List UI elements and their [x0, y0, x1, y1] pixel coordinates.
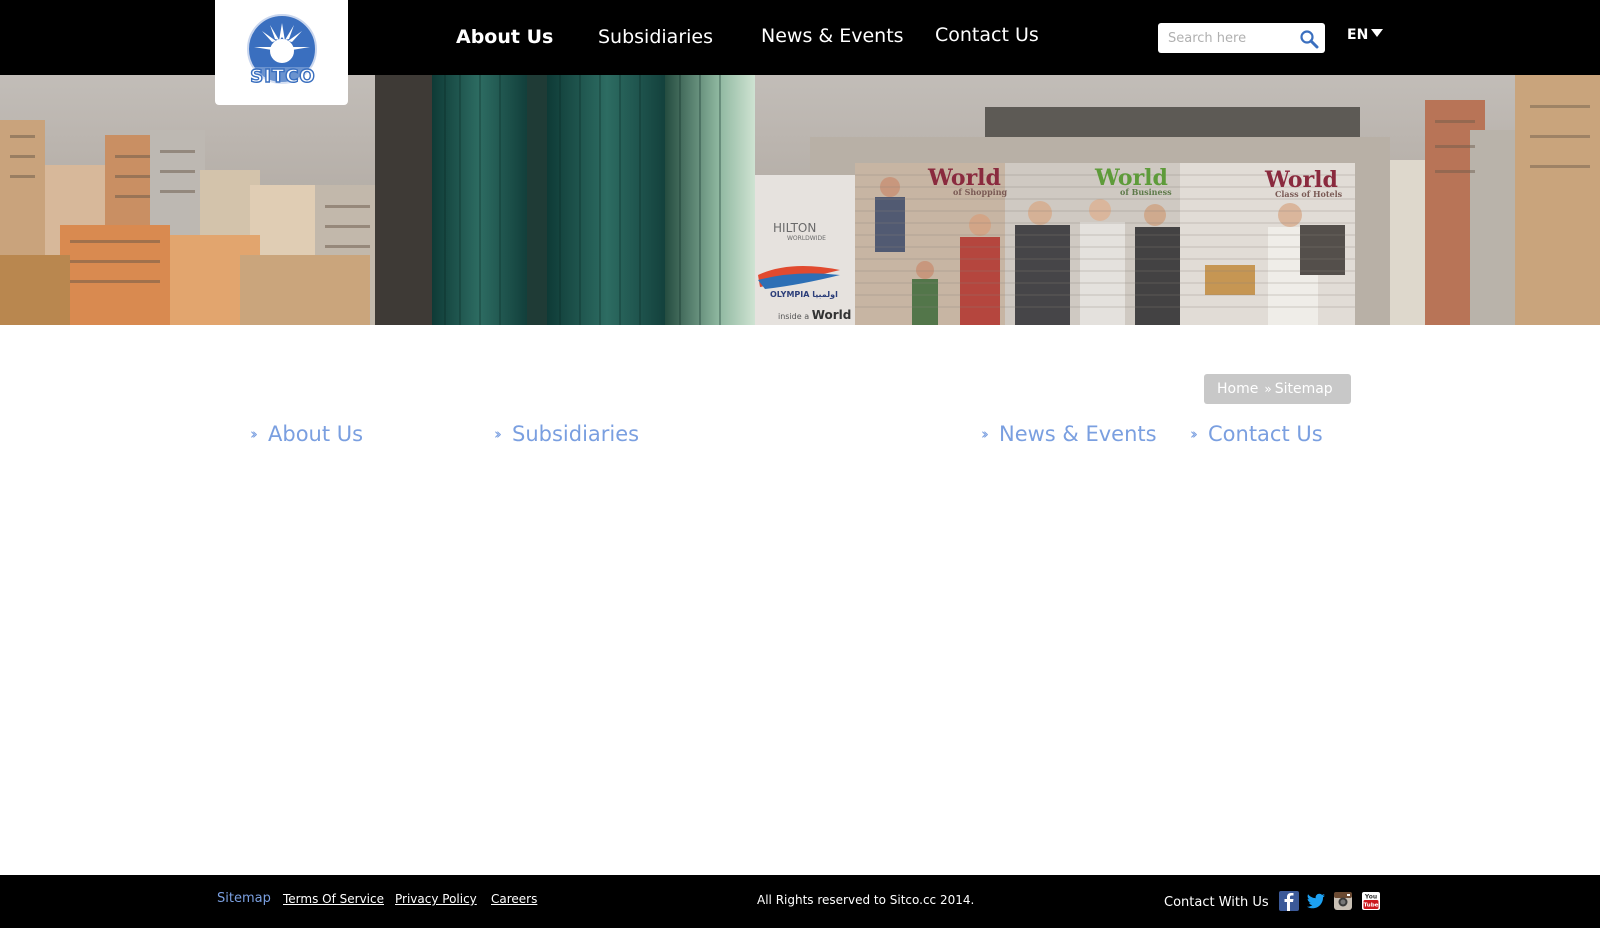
twitter-icon[interactable]	[1306, 891, 1326, 911]
double-chevron-right-icon: ››	[981, 425, 989, 443]
nav-subsidiaries[interactable]: Subsidiaries	[598, 26, 713, 48]
footer-link-careers[interactable]: Careers	[491, 892, 537, 906]
billboard-hilton: HILTON WORLDWIDE	[773, 221, 826, 242]
instagram-icon[interactable]	[1333, 891, 1353, 911]
footer: Sitemap Terms Of Service Privacy Policy …	[0, 875, 1600, 928]
magnifier-icon[interactable]	[1299, 29, 1319, 49]
sitemap-contact-us-label: Contact Us	[1208, 422, 1323, 446]
search-input[interactable]	[1158, 23, 1290, 53]
sitemap-about-us-label: About Us	[268, 422, 364, 446]
billboard-world-business: World of Business	[1095, 165, 1172, 197]
sitemap-news-events[interactable]: ›› News & Events	[981, 422, 1157, 446]
language-label: EN	[1347, 27, 1369, 43]
youtube-icon[interactable]: You Tube	[1361, 891, 1381, 911]
logo[interactable]: SITCO	[215, 0, 348, 105]
billboard-world-shopping: World of Shopping	[928, 165, 1008, 197]
sitemap-subsidiaries-label: Subsidiaries	[512, 422, 640, 446]
double-chevron-right-icon: »	[1264, 382, 1272, 396]
breadcrumb: Home » Sitemap	[1204, 374, 1351, 404]
nav-contact-us[interactable]: Contact Us	[935, 24, 1039, 46]
search-box	[1158, 23, 1325, 53]
sitemap-about-us[interactable]: ›› About Us	[250, 422, 363, 446]
city-skyline-image	[0, 75, 1600, 325]
breadcrumb-current: Sitemap	[1274, 381, 1333, 397]
sitemap-subsidiaries[interactable]: ›› Subsidiaries	[494, 422, 639, 446]
billboard-olympia: OLYMPIA اولمبيا	[770, 290, 838, 299]
sitemap-contact-us[interactable]: ›› Contact Us	[1190, 422, 1323, 446]
svg-text:Tube: Tube	[1364, 903, 1379, 909]
footer-link-terms[interactable]: Terms Of Service	[283, 892, 384, 906]
sitemap-news-events-label: News & Events	[999, 422, 1157, 446]
hero-banner: World of Shopping World of Business Worl…	[0, 75, 1600, 325]
double-chevron-right-icon: ››	[250, 425, 258, 443]
language-selector[interactable]: EN	[1347, 27, 1384, 43]
breadcrumb-home[interactable]: Home	[1217, 381, 1258, 397]
caret-down-icon	[1371, 29, 1384, 37]
svg-text:You: You	[1364, 894, 1377, 901]
footer-link-sitemap[interactable]: Sitemap	[217, 891, 271, 906]
facebook-icon[interactable]	[1279, 891, 1299, 911]
double-chevron-right-icon: ››	[494, 425, 502, 443]
nav-about-us[interactable]: About Us	[456, 26, 553, 48]
nav-news-events[interactable]: News & Events	[761, 25, 904, 47]
billboard-world-hotels: World Class of Hotels	[1265, 167, 1343, 199]
contact-with-us-label: Contact With Us	[1164, 895, 1269, 910]
double-chevron-right-icon: ››	[1190, 425, 1198, 443]
logo-wordmark: SITCO	[250, 65, 316, 87]
billboard-inside-world: inside a World	[778, 308, 852, 322]
footer-link-privacy[interactable]: Privacy Policy	[395, 892, 477, 906]
copyright-text: All Rights reserved to Sitco.cc 2014.	[757, 893, 975, 907]
